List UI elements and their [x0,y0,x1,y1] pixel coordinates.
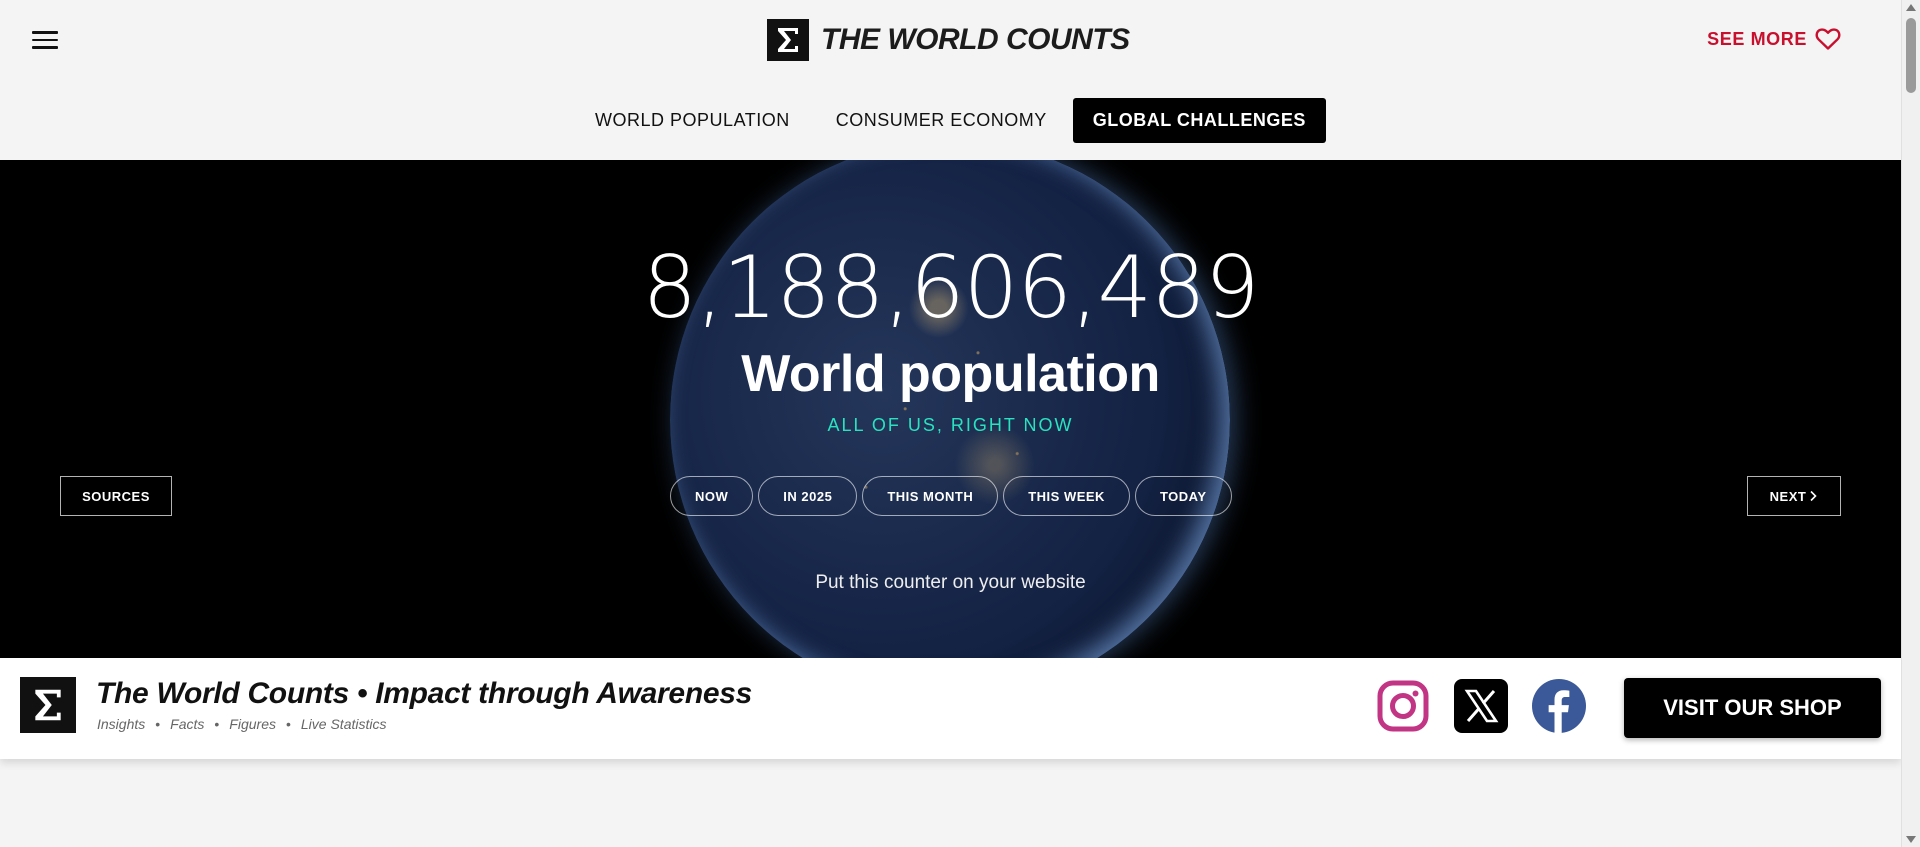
sources-button[interactable]: SOURCES [60,476,172,516]
scroll-down-arrow-icon[interactable] [1906,836,1916,843]
pill-in-2025[interactable]: IN 2025 [758,476,858,516]
main-nav: WORLD POPULATION CONSUMER ECONOMY GLOBAL… [0,98,1901,143]
see-more-button[interactable]: SEE MORE [1707,27,1841,51]
sigma-logo-icon [767,19,809,61]
hero-counter-section: 8,188,606,489 World population ALL OF US… [0,160,1901,658]
tag-item: Insights [97,716,146,732]
population-counter: 8,188,606,489 [642,238,1259,338]
sigma-logo-icon[interactable] [20,677,76,733]
scrollbar-thumb[interactable] [1906,18,1916,93]
tab-global-challenges[interactable]: GLOBAL CHALLENGES [1072,98,1326,143]
pill-this-month[interactable]: THIS MONTH [862,476,999,516]
pill-this-week[interactable]: THIS WEEK [1003,476,1130,516]
next-button[interactable]: NEXT [1747,476,1841,516]
instagram-icon[interactable] [1376,677,1430,735]
heart-icon [1815,28,1841,50]
brand-name: THE WORLD COUNTS [821,23,1130,56]
footer-tags: Insights • Facts • Figures • Live Statis… [97,716,387,732]
pill-today[interactable]: TODAY [1134,476,1232,516]
menu-icon[interactable] [32,31,58,51]
tag-item: Figures [229,716,276,732]
footer-tagline: The World Counts • Impact through Awaren… [96,677,752,710]
embed-counter-link[interactable]: Put this counter on your website [0,572,1901,594]
site-header: THE WORLD COUNTS SEE MORE WORLD POPULATI… [0,0,1901,160]
hero-subtitle: ALL OF US, RIGHT NOW [827,415,1074,435]
brand-footer-bar: The World Counts • Impact through Awaren… [0,658,1901,759]
hero-title: World population [741,345,1160,403]
x-icon[interactable] [1454,677,1508,735]
visit-shop-button[interactable]: VISIT OUR SHOP [1624,678,1881,738]
scroll-up-arrow-icon[interactable] [1906,4,1916,11]
time-range-pills: NOW IN 2025 THIS MONTH THIS WEEK TODAY [670,476,1232,516]
tag-item: Facts [170,716,205,732]
tab-world-population[interactable]: WORLD POPULATION [575,98,810,143]
see-more-label: SEE MORE [1707,28,1807,49]
tab-consumer-economy[interactable]: CONSUMER ECONOMY [816,98,1067,143]
pill-now[interactable]: NOW [670,476,754,516]
tag-item: Live Statistics [300,716,387,732]
facebook-icon[interactable] [1532,677,1586,735]
next-label: NEXT [1769,488,1807,504]
page-scrollbar[interactable] [1901,0,1920,847]
brand[interactable]: THE WORLD COUNTS [767,19,1130,61]
chevron-right-icon [1810,490,1817,502]
